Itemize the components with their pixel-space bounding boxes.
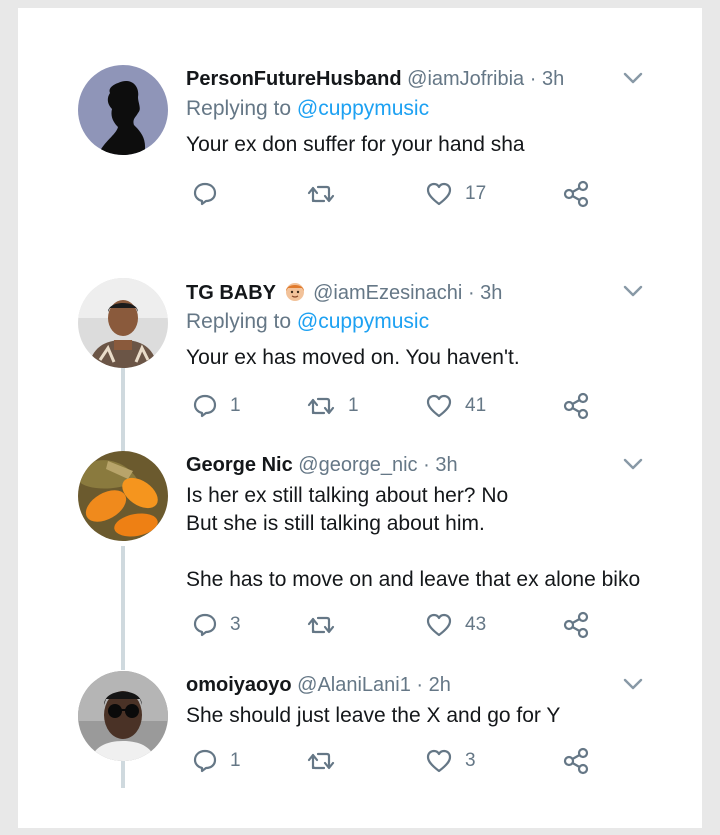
retweet-icon — [307, 616, 335, 634]
fruit-avatar-icon — [78, 451, 168, 541]
timestamp[interactable]: 3h — [435, 454, 457, 476]
display-name[interactable]: PersonFutureHusband — [186, 68, 402, 90]
like-button[interactable]: 17 — [425, 177, 486, 211]
separator-dot: · — [416, 674, 424, 696]
tweet-actions: 1 1 41 — [186, 389, 606, 423]
user-handle[interactable]: @iamEzesinachi — [313, 282, 462, 304]
share-icon — [563, 180, 589, 208]
like-button[interactable]: 43 — [425, 608, 486, 642]
like-count: 43 — [465, 614, 487, 635]
heart-icon — [426, 613, 452, 637]
separator-dot: · — [423, 454, 430, 476]
mention-link[interactable]: @cuppymusic — [297, 310, 429, 333]
timestamp[interactable]: 3h — [542, 68, 564, 90]
avatar[interactable] — [78, 451, 168, 541]
like-button[interactable]: 41 — [425, 389, 486, 423]
share-button[interactable] — [562, 744, 590, 778]
reply-count: 3 — [230, 614, 241, 635]
timestamp[interactable]: 2h — [429, 674, 451, 696]
share-icon — [563, 392, 589, 420]
tweet-header: TG BABY @iamEzesinachi · 3h — [186, 280, 502, 305]
share-button[interactable] — [562, 389, 590, 423]
retweet-button[interactable] — [306, 608, 348, 642]
sunglasses-avatar-icon — [78, 671, 168, 761]
tweet-text: Your ex don suffer for your hand sha — [186, 133, 525, 156]
share-button[interactable] — [562, 177, 590, 211]
retweet-button[interactable] — [306, 744, 348, 778]
tweet-1[interactable]: PersonFutureHusband @iamJofribia · 3h Re… — [18, 65, 702, 215]
avatar[interactable] — [78, 671, 168, 761]
tweet-header: PersonFutureHusband @iamJofribia · 3h — [186, 67, 564, 91]
like-button[interactable]: 3 — [425, 744, 476, 778]
reply-icon — [193, 394, 217, 418]
tweet-actions: 3 43 — [186, 608, 606, 642]
display-name[interactable]: George Nic — [186, 454, 293, 476]
tweet-3[interactable]: George Nic @george_nic · 3h Is her ex st… — [18, 451, 702, 651]
chevron-down-icon[interactable] — [622, 677, 644, 691]
like-count: 41 — [465, 395, 487, 416]
heart-icon — [426, 394, 452, 418]
tweet-thread-card: PersonFutureHusband @iamJofribia · 3h Re… — [18, 8, 702, 828]
tweet-actions: 1 3 — [186, 744, 606, 778]
share-button[interactable] — [562, 608, 590, 642]
retweet-count: 1 — [348, 395, 359, 416]
retweet-icon — [307, 185, 335, 203]
replying-prefix: Replying to — [186, 310, 297, 333]
tweet-header: omoiyaoyo @AlaniLani1 · 2h — [186, 673, 451, 697]
display-name[interactable]: TG BABY — [186, 282, 276, 304]
avatar[interactable] — [78, 278, 168, 368]
user-handle[interactable]: @iamJofribia — [407, 68, 524, 90]
like-count: 3 — [465, 750, 476, 771]
reply-button[interactable] — [192, 177, 230, 211]
mention-link[interactable]: @cuppymusic — [297, 97, 429, 120]
reply-button[interactable]: 3 — [192, 608, 241, 642]
tweet-2[interactable]: TG BABY @iamEzesinachi · 3h Replying to … — [18, 278, 702, 428]
tweet-text: Is her ex still talking about her? No Bu… — [186, 484, 641, 591]
reply-icon — [193, 613, 217, 637]
separator-dot: · — [467, 282, 475, 304]
user-handle[interactable]: @george_nic — [298, 454, 417, 476]
tweet-4[interactable]: omoiyaoyo @AlaniLani1 · 2h She should ju… — [18, 671, 702, 801]
share-icon — [563, 747, 589, 775]
reply-count: 1 — [230, 750, 241, 771]
reply-button[interactable]: 1 — [192, 389, 241, 423]
user-handle[interactable]: @AlaniLani1 — [297, 674, 411, 696]
retweet-icon — [307, 752, 335, 770]
silhouette-avatar-icon — [78, 65, 168, 155]
share-icon — [563, 611, 589, 639]
chevron-down-icon[interactable] — [622, 71, 644, 85]
avatar[interactable] — [78, 65, 168, 155]
retweet-button[interactable] — [306, 177, 348, 211]
reply-icon — [193, 182, 217, 206]
retweet-icon — [307, 397, 335, 415]
like-count: 17 — [465, 183, 487, 204]
tweet-header: George Nic @george_nic · 3h — [186, 453, 458, 477]
boy-emoji-icon — [285, 283, 304, 301]
separator-dot: · — [529, 68, 537, 90]
replying-to: Replying to @cuppymusic — [186, 96, 429, 122]
reply-count: 1 — [230, 395, 241, 416]
replying-prefix: Replying to — [186, 97, 297, 120]
replying-to: Replying to @cuppymusic — [186, 309, 429, 335]
display-name[interactable]: omoiyaoyo — [186, 674, 292, 696]
retweet-button[interactable]: 1 — [306, 389, 359, 423]
heart-icon — [426, 182, 452, 206]
reply-icon — [193, 749, 217, 773]
heart-icon — [426, 749, 452, 773]
tweet-actions: 17 — [186, 177, 606, 211]
tweet-text: Your ex has moved on. You haven't. — [186, 346, 520, 369]
timestamp[interactable]: 3h — [480, 282, 502, 304]
chevron-down-icon[interactable] — [622, 284, 644, 298]
reply-button[interactable]: 1 — [192, 744, 241, 778]
photo-avatar-icon — [78, 278, 168, 368]
tweet-text: She should just leave the X and go for Y — [186, 704, 561, 727]
chevron-down-icon[interactable] — [622, 457, 644, 471]
